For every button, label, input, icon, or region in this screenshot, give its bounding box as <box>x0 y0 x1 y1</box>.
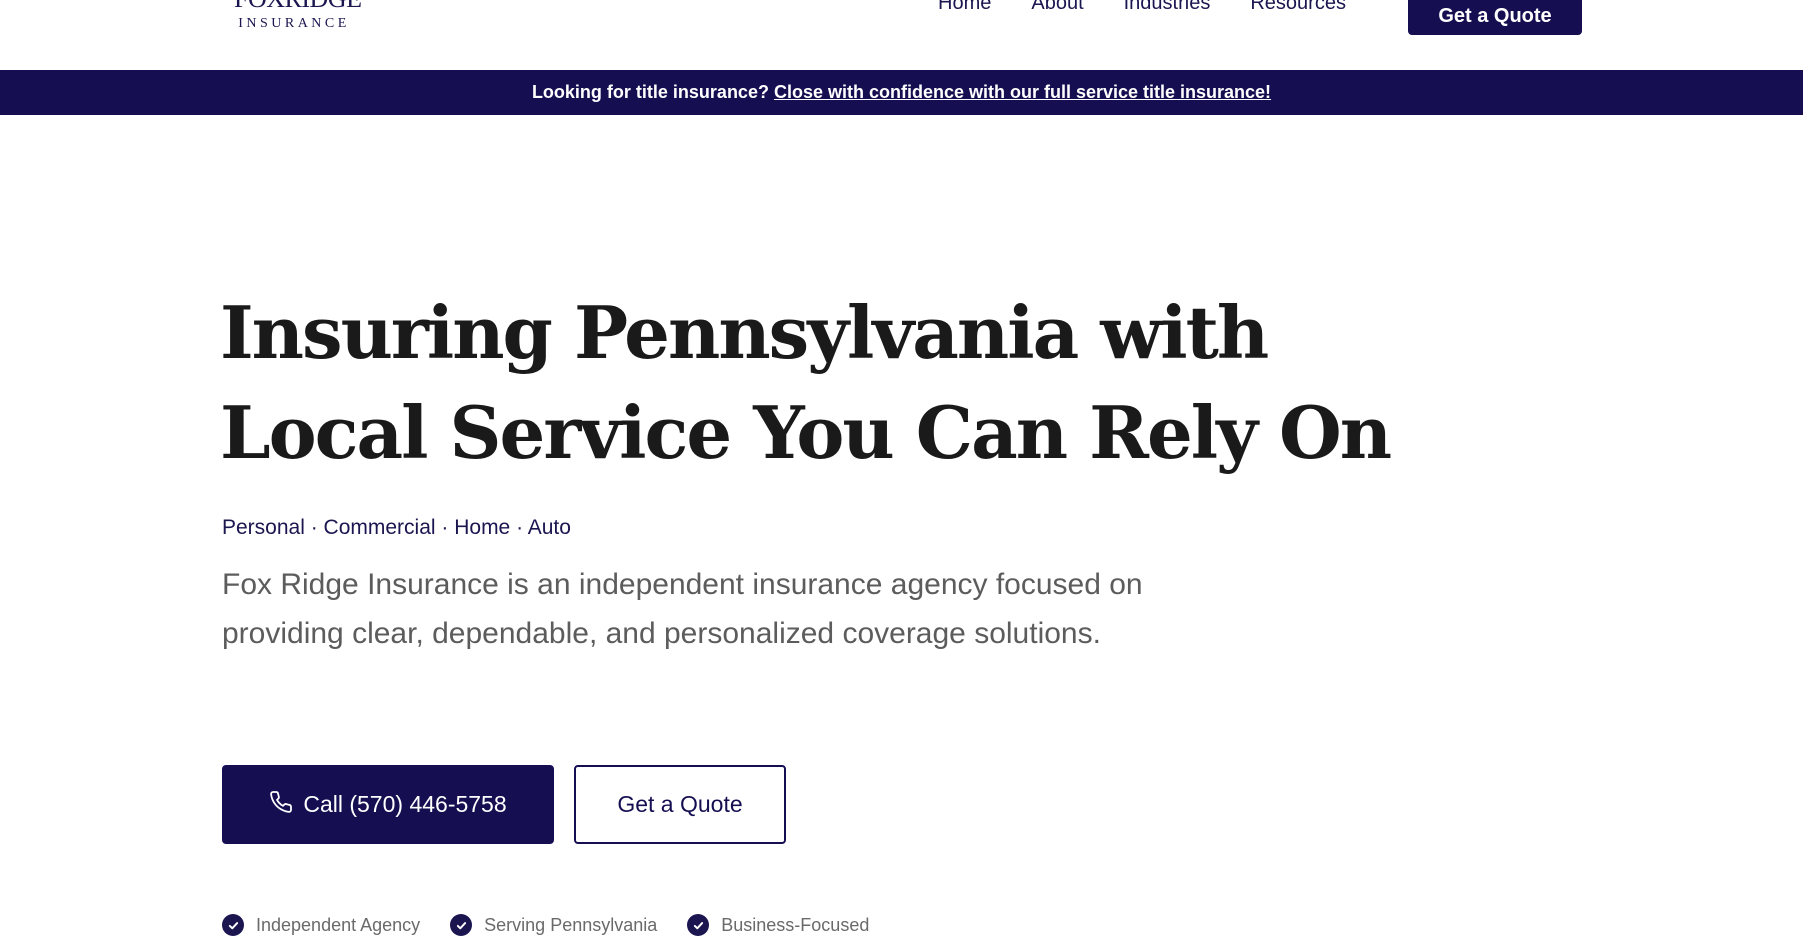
nav-home[interactable]: Home <box>938 0 991 15</box>
check-circle-icon <box>450 914 473 936</box>
check-circle-icon <box>222 914 244 936</box>
feature-item: Independent Agency <box>222 914 420 936</box>
banner-link[interactable]: Close with confidence with our full serv… <box>774 82 1271 103</box>
header-get-quote-button[interactable]: Get a Quote <box>1408 0 1582 35</box>
nav-about[interactable]: About <box>1031 0 1083 15</box>
main-nav: Home About Industries Resources <box>938 0 1346 15</box>
coverage-categories: Personal · Commercial · Home · Auto <box>222 516 571 539</box>
feature-label: Independent Agency <box>256 914 421 935</box>
call-button-label: Call (570) 446-5758 <box>303 791 507 817</box>
phone-icon <box>269 790 293 820</box>
announcement-banner: Looking for title insurance? Close with … <box>0 70 1803 115</box>
check-circle-icon <box>687 914 710 936</box>
page-frame: FOXRIDGE INSURANCE Home About Industries… <box>0 0 1803 950</box>
logo-subtitle: INSURANCE <box>238 16 350 31</box>
nav-resources[interactable]: Resources <box>1250 0 1346 15</box>
site-header: FOXRIDGE INSURANCE Home About Industries… <box>0 0 1803 70</box>
banner-text: Looking for title insurance? <box>531 82 769 102</box>
feature-item: Business-Focused <box>687 914 869 936</box>
get-quote-button[interactable]: Get a Quote <box>574 765 786 844</box>
hero-description: Fox Ridge Insurance is an independent in… <box>222 568 1143 650</box>
hero-title: Insuring Pennsylvania with Local Service… <box>220 283 1420 483</box>
feature-list: Independent Agency Serving Pennsylvania … <box>222 914 869 936</box>
hero-title-line-2: Local Service You Can Rely On <box>220 390 1392 475</box>
logo-wordmark: FOXRIDGE <box>234 0 362 12</box>
nav-industries[interactable]: Industries <box>1124 0 1211 15</box>
call-button[interactable]: Call (570) 446-5758 <box>222 765 554 844</box>
feature-label: Business-Focused <box>721 914 870 935</box>
hero-title-line-1: Insuring Pennsylvania with <box>220 290 1269 375</box>
feature-label: Serving Pennsylvania <box>484 914 658 935</box>
feature-item: Serving Pennsylvania <box>450 914 657 936</box>
logo[interactable]: FOXRIDGE INSURANCE <box>234 0 362 31</box>
